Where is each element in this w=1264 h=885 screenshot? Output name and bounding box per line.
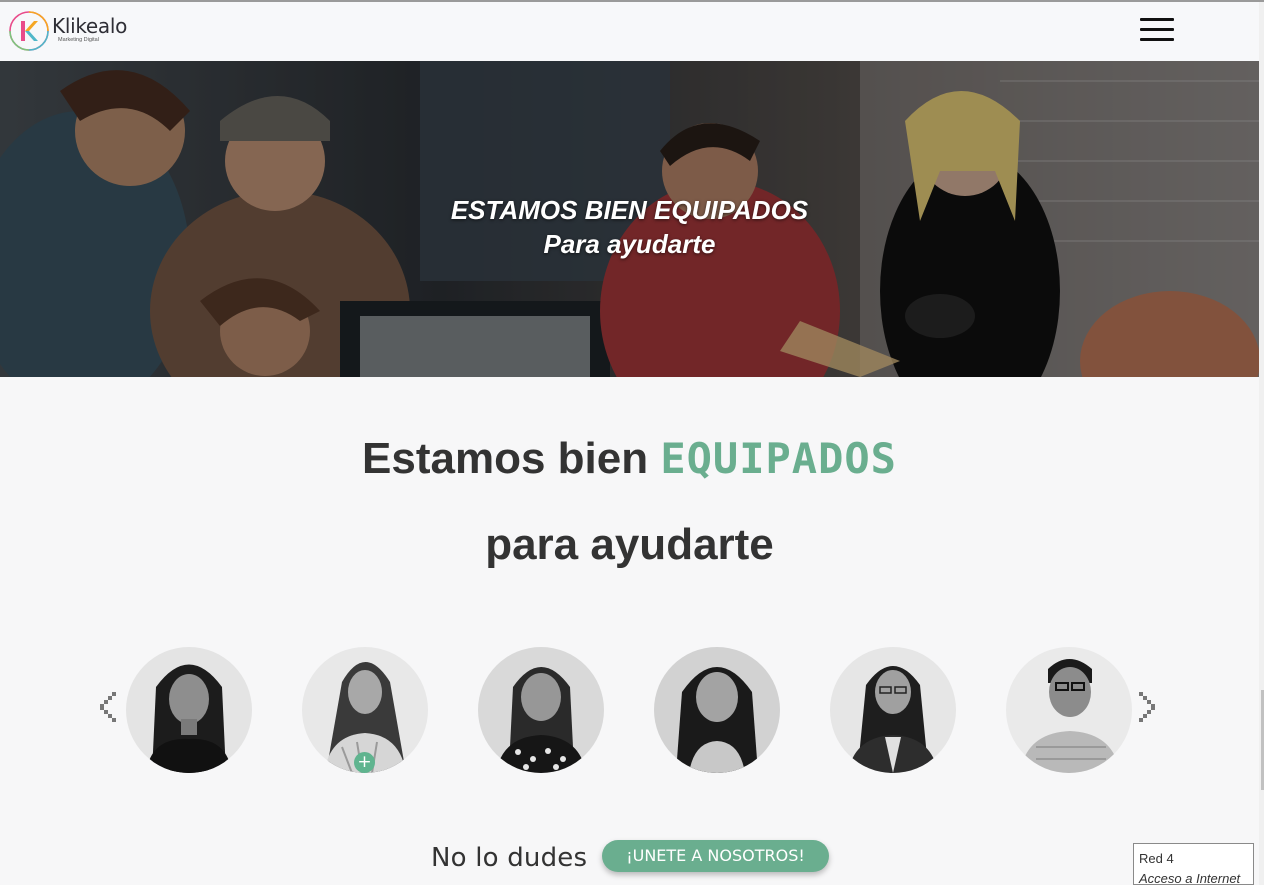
team-title: Estamos bien EQUIPADOS [0,434,1259,484]
site-header: Klikealo Marketing Digital [0,2,1259,61]
hero-headline: ESTAMOS BIEN EQUIPADOS Para ayudarte [0,193,1259,261]
hamburger-icon [1140,18,1174,21]
logo-name: Klikealo [52,14,128,38]
network-tooltip-title: Red 4 [1139,851,1174,866]
team-member-photo[interactable] [1006,647,1132,773]
team-member-avatar [1006,647,1132,773]
team-member-photo[interactable] [830,647,956,773]
chevron-left-icon[interactable] [100,692,122,730]
team-member-avatar [654,647,780,773]
team-member-photo[interactable] [478,647,604,773]
team-member-photo[interactable] [126,647,252,773]
team-title-accent: EQUIPADOS [660,434,897,483]
hero-banner: ESTAMOS BIEN EQUIPADOS Para ayudarte [0,61,1259,377]
hero-line2: Para ayudarte [543,229,716,259]
hamburger-icon-bar [1140,28,1174,31]
logo[interactable]: Klikealo Marketing Digital [8,10,127,52]
hero-line1: ESTAMOS BIEN EQUIPADOS [450,195,809,225]
chevron-right-icon[interactable] [1137,692,1159,730]
hamburger-menu-button[interactable] [1140,18,1174,42]
join-us-button[interactable]: ¡UNETE A NOSOTROS! [602,840,829,872]
logo-mark-icon [9,11,49,51]
network-tooltip-status: Acceso a Internet [1139,871,1241,885]
team-subtitle: para ayudarte [485,520,774,569]
add-icon[interactable]: + [354,752,375,773]
team-title-prefix: Estamos bien [362,434,661,483]
hamburger-icon-bar [1140,38,1174,41]
team-member-avatar [478,647,604,773]
network-tooltip: Red 4 Acceso a Internet [1133,843,1254,885]
team-member-avatar [126,647,252,773]
cta-text: No lo dudes [431,843,588,873]
team-member-photo[interactable] [654,647,780,773]
team-member-avatar [830,647,956,773]
